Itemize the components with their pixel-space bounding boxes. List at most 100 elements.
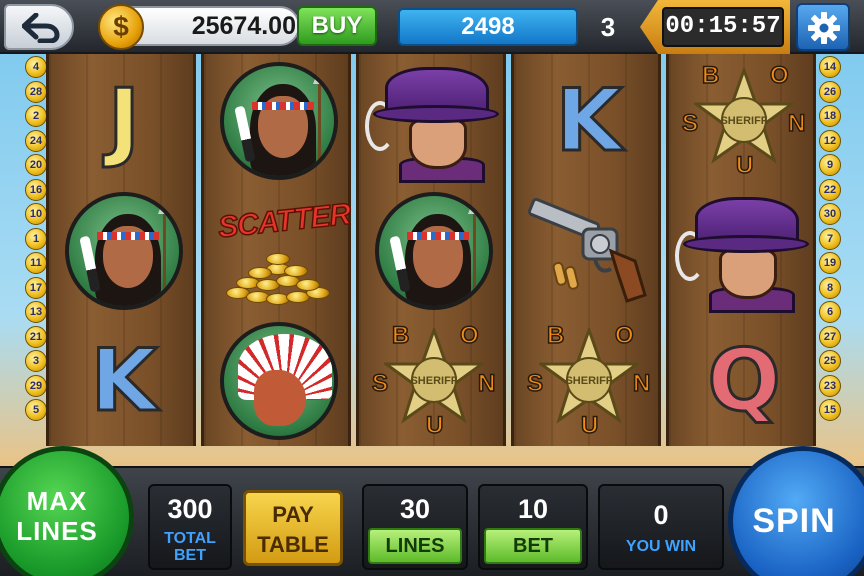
payline-badge-left: 5 [25,399,47,421]
reel-2: SCATTER [201,54,354,446]
symbol-native-woman [359,186,509,316]
symbol-k-letter: K [89,331,159,431]
sheriff-text: SHERIFF [720,115,767,127]
reel-3: SHERIFF B O S N U [356,54,506,446]
lines-button[interactable]: LINES [368,528,462,564]
payline-badge-left: 28 [25,80,47,103]
pay-table-button[interactable]: PAY TABLE [243,490,343,566]
bonus-letter-o: O [614,321,634,350]
max-lines-label-2: LINES [16,516,98,546]
payline-badge-right: 26 [819,80,841,103]
bonus-letter-b: B [701,61,720,90]
bonus-letter-u: U [580,411,599,440]
native-woman-portrait [65,192,183,310]
top-bar: $ 25674.00 BUY 2498 3 00:15:57 [0,0,864,54]
payline-badge-right: 19 [819,252,841,274]
player-level: 3 [600,12,616,42]
pay-table-label-1: PAY [272,502,314,527]
reel-5: SHERIFF B O S N U Q [666,54,816,446]
payline-badge-right: 15 [819,399,841,421]
back-button[interactable] [4,4,74,50]
sheriff-text: SHERIFF [565,375,612,387]
bandit-icon [675,191,809,313]
payline-badge-right: 7 [819,227,841,250]
buy-button[interactable]: BUY [297,6,377,46]
symbol-sheriff-bonus: SHERIFF B O S N U [514,316,664,446]
symbol-native-woman [49,186,199,316]
bonus-letter-b: B [546,321,565,350]
symbol-q: Q [669,316,819,446]
symbol-k: K [49,316,199,446]
dollar-coin-icon: $ [98,4,144,50]
win-label: YOU WIN [625,538,697,555]
payline-badge-left: 2 [25,105,47,127]
bonus-letter-s: S [681,109,699,138]
payline-badge-left: 21 [25,325,47,348]
coin-balance: 25674.00 [191,12,296,40]
sheriff-badge-icon: SHERIFF B O S N U [525,321,653,440]
symbol-k-letter: K [554,71,624,171]
scatter-symbol: SCATTER [214,191,353,311]
payline-indicators-right: 14 26 18 12 9 22 30 7 19 8 6 27 25 23 15 [818,56,842,444]
sheriff-badge-icon: SHERIFF B O S N U [370,321,498,440]
bet-button[interactable]: BET [484,528,582,564]
payline-badge-left: 20 [25,154,47,176]
reel-1: J K [46,54,196,446]
bonus-letter-o: O [769,61,789,90]
symbol-native-chief [204,316,354,446]
payline-badge-right: 30 [819,203,841,225]
symbol-bandit [669,186,819,316]
payline-badge-right: 22 [819,178,841,201]
native-woman-portrait [375,192,493,310]
total-bet-label-2: BET [174,547,206,564]
bonus-letter-b: B [391,321,410,350]
total-bet-display: 300 TOTAL BET [148,484,232,570]
settings-button[interactable] [796,3,850,51]
win-value: 0 [653,500,669,530]
payline-badge-right: 9 [819,154,841,176]
revolver-icon [519,191,659,311]
scatter-text: SCATTER [216,197,353,245]
payline-badge-left: 3 [25,350,47,372]
payline-badge-left: 16 [25,178,47,201]
symbol-j: J [49,56,199,186]
payline-badge-right: 12 [819,129,841,152]
win-display: 0 YOU WIN [598,484,724,570]
payline-badge-right: 23 [819,374,841,397]
sheriff-badge-icon: SHERIFF B O S N U [680,61,808,180]
payline-badge-right: 27 [819,325,841,348]
symbol-native-woman [204,56,354,186]
payline-badge-right: 6 [819,301,841,323]
payline-badge-left: 4 [25,56,47,78]
bonus-letter-u: U [425,411,444,440]
bonus-letter-s: S [526,369,544,398]
payline-badge-left: 1 [25,227,47,250]
symbol-bandit [359,56,509,186]
payline-badge-left: 24 [25,129,47,152]
native-chief-portrait [220,322,338,440]
bonus-timer: 00:15:57 [662,7,784,47]
bonus-letter-n: N [477,369,496,398]
back-arrow-icon [22,13,60,43]
slot-reels: J K SCATTER SHERIFF B O S N U K SHERIFF … [46,54,818,446]
payline-indicators-left: 4 28 2 24 20 16 10 1 11 17 13 21 3 29 5 [24,56,48,444]
sheriff-text: SHERIFF [410,375,457,387]
payline-badge-left: 10 [25,203,47,225]
pay-table-label-2: TABLE [257,532,329,557]
reel-4: K SHERIFF B O S N U [511,54,661,446]
symbol-j-letter: J [107,71,142,171]
max-lines-label-1: MAX [26,486,88,517]
bonus-letter-o: O [459,321,479,350]
payline-badge-left: 17 [25,276,47,299]
bonus-letter-n: N [632,369,651,398]
bet-value: 10 [517,494,549,524]
symbol-k: K [514,56,664,186]
payline-badge-right: 18 [819,105,841,127]
bonus-letter-s: S [371,369,389,398]
payline-badge-left: 11 [25,252,47,274]
native-woman-portrait [220,62,338,180]
total-bet-value: 300 [167,494,213,524]
payline-badge-left: 13 [25,301,47,323]
payline-badge-left: 29 [25,374,47,397]
xp-bar: 2498 [398,8,578,46]
